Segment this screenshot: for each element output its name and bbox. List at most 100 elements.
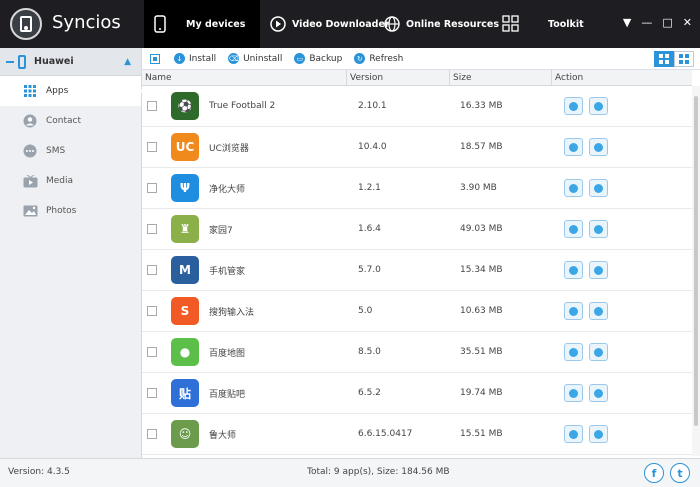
row-checkbox[interactable]: [147, 142, 157, 152]
backup-app-icon[interactable]: [589, 220, 608, 238]
table-row[interactable]: S 搜狗输入法 5.0 10.63 MB: [142, 291, 692, 332]
sms-icon: [22, 144, 38, 158]
app-size: 15.34 MB: [460, 265, 503, 275]
uninstall-app-icon[interactable]: [564, 220, 583, 238]
backup-app-icon[interactable]: [589, 425, 608, 443]
row-checkbox[interactable]: [147, 265, 157, 275]
column-header-version[interactable]: Version: [347, 70, 450, 86]
table-row[interactable]: M 手机管家 5.7.0 15.34 MB: [142, 250, 692, 291]
row-checkbox[interactable]: [147, 101, 157, 111]
vertical-scrollbar[interactable]: [692, 86, 700, 456]
table-row[interactable]: UC UC浏览器 10.4.0 18.57 MB: [142, 127, 692, 168]
select-all-checkbox[interactable]: [150, 53, 160, 64]
app-size: 35.51 MB: [460, 347, 503, 357]
toolbar: ↓ Install ⌫ Uninstall ▭ Backup ↻ Refresh: [142, 48, 700, 70]
nav-online-resources[interactable]: Online Resources: [384, 0, 499, 48]
menu-dropdown-icon[interactable]: ▼: [623, 16, 631, 29]
row-checkbox[interactable]: [147, 347, 157, 357]
top-bar: Syncios My devices Video Downloader Onli…: [0, 0, 700, 48]
minimize-icon[interactable]: —: [641, 16, 652, 29]
device-name: Huawei: [34, 56, 74, 67]
uninstall-app-icon[interactable]: [564, 138, 583, 156]
backup-app-icon[interactable]: [589, 343, 608, 361]
refresh-label: Refresh: [369, 53, 404, 64]
column-header-size[interactable]: Size: [450, 70, 552, 86]
maximize-icon[interactable]: □: [662, 16, 672, 29]
sidebar-item-media[interactable]: Media: [0, 166, 141, 196]
app-version: 10.4.0: [358, 142, 387, 152]
app-version: 2.10.1: [358, 101, 387, 111]
uninstall-app-icon[interactable]: [564, 425, 583, 443]
nav-my-devices[interactable]: My devices: [144, 0, 260, 48]
toolkit-grid-icon: [502, 15, 519, 32]
install-button[interactable]: ↓ Install: [174, 53, 216, 64]
app-icon: 贴: [171, 379, 199, 407]
app-version: 5.7.0: [358, 265, 381, 275]
refresh-icon: ↻: [354, 53, 366, 64]
app-version: 6.5.2: [358, 388, 381, 398]
uninstall-icon: ⌫: [228, 53, 240, 64]
table-row[interactable]: 贴 百度贴吧 6.5.2 19.74 MB: [142, 373, 692, 414]
table-header: Name Version Size Action: [142, 70, 692, 86]
backup-button[interactable]: ▭ Backup: [294, 53, 342, 64]
device-selector[interactable]: Huawei ▲: [0, 48, 141, 76]
backup-app-icon[interactable]: [589, 261, 608, 279]
refresh-button[interactable]: ↻ Refresh: [354, 53, 403, 64]
app-size: 19.74 MB: [460, 388, 503, 398]
table-row[interactable]: ● 百度地图 8.5.0 35.51 MB: [142, 332, 692, 373]
uninstall-button[interactable]: ⌫ Uninstall: [228, 53, 282, 64]
uninstall-app-icon[interactable]: [564, 343, 583, 361]
uninstall-app-icon[interactable]: [564, 179, 583, 197]
app-version: 5.0: [358, 306, 373, 316]
close-icon[interactable]: ✕: [683, 16, 692, 29]
install-label: Install: [189, 53, 217, 64]
install-icon: ↓: [174, 53, 185, 64]
backup-app-icon[interactable]: [589, 384, 608, 402]
sidebar-item-contact[interactable]: Contact: [0, 106, 141, 136]
eject-icon[interactable]: ▲: [124, 57, 131, 67]
sidebar-item-apps[interactable]: Apps: [0, 76, 147, 106]
list-view-toggle-icon[interactable]: [674, 51, 694, 67]
app-icon: ●: [171, 338, 199, 366]
nav-video-downloader-label: Video Downloader: [292, 18, 390, 30]
sidebar: Huawei ▲ Apps Contact SMS Media Photos: [0, 48, 147, 458]
row-checkbox[interactable]: [147, 388, 157, 398]
row-checkbox[interactable]: [147, 183, 157, 193]
table-row[interactable]: ☺ 鲁大师 6.6.15.0417 15.51 MB: [142, 414, 692, 455]
scroll-thumb[interactable]: [694, 96, 698, 426]
uninstall-app-icon[interactable]: [564, 97, 583, 115]
play-circle-icon: [270, 16, 286, 32]
sidebar-item-sms[interactable]: SMS: [0, 136, 141, 166]
nav-my-devices-label: My devices: [186, 18, 246, 30]
uninstall-app-icon[interactable]: [564, 384, 583, 402]
sidebar-item-photos[interactable]: Photos: [0, 196, 141, 226]
backup-app-icon[interactable]: [589, 302, 608, 320]
uninstall-app-icon[interactable]: [564, 261, 583, 279]
nav-video-downloader[interactable]: Video Downloader: [270, 0, 390, 48]
column-header-name[interactable]: Name: [142, 70, 347, 86]
nav-toolkit-label: Toolkit: [548, 18, 584, 30]
app-icon: S: [171, 297, 199, 325]
row-checkbox[interactable]: [147, 224, 157, 234]
app-icon: Ψ: [171, 174, 199, 202]
app-size: 10.63 MB: [460, 306, 503, 316]
app-name: 家园7: [209, 225, 233, 236]
facebook-icon[interactable]: f: [644, 463, 664, 483]
backup-app-icon[interactable]: [589, 138, 608, 156]
twitter-icon[interactable]: t: [670, 463, 690, 483]
row-checkbox[interactable]: [147, 429, 157, 439]
nav-toolkit[interactable]: Toolkit: [502, 0, 584, 48]
table-row[interactable]: ⚽ True Football 2 2.10.1 16.33 MB: [142, 86, 692, 127]
uninstall-app-icon[interactable]: [564, 302, 583, 320]
backup-app-icon[interactable]: [589, 97, 608, 115]
app-version: 1.6.4: [358, 224, 381, 234]
table-row[interactable]: Ψ 净化大师 1.2.1 3.90 MB: [142, 168, 692, 209]
table-row[interactable]: ♜ 家园7 1.6.4 49.03 MB: [142, 209, 692, 250]
backup-app-icon[interactable]: [589, 179, 608, 197]
app-size: 18.57 MB: [460, 142, 503, 152]
app-name: 手机管家: [209, 266, 246, 277]
app-icon: M: [171, 256, 199, 284]
grid-view-toggle-icon[interactable]: [654, 51, 674, 67]
apps-grid-icon: [22, 84, 38, 98]
row-checkbox[interactable]: [147, 306, 157, 316]
